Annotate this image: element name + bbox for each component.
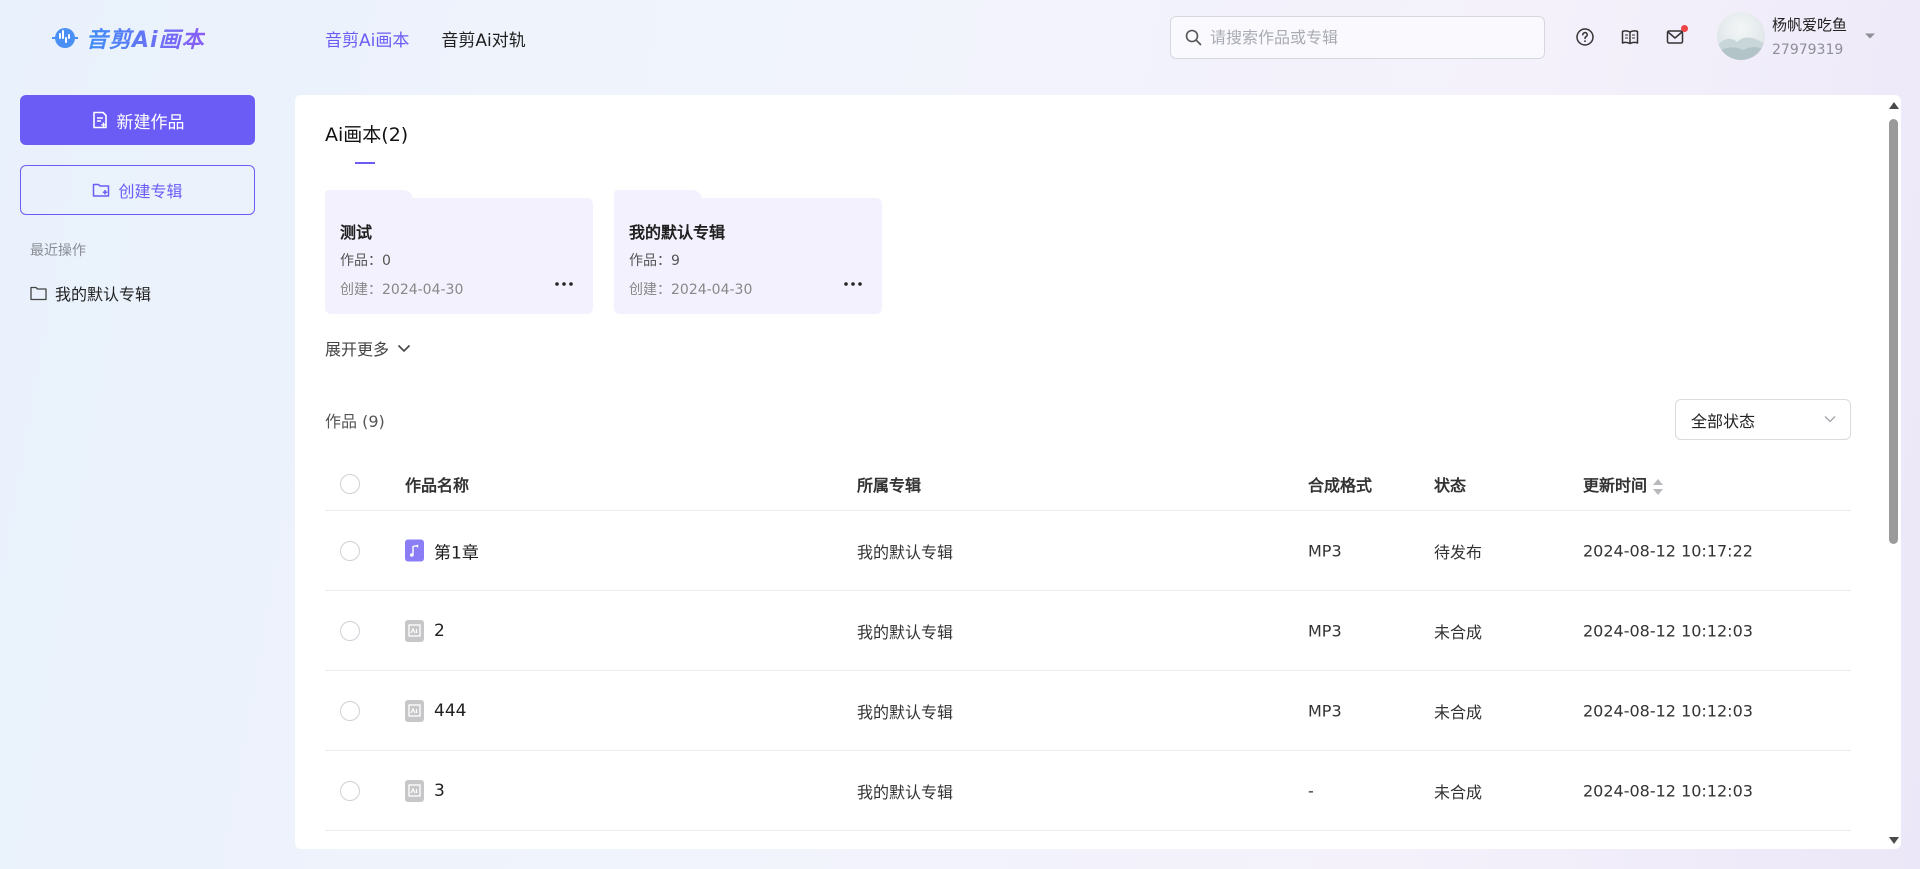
- work-updated: 2024-08-12 10:17:22: [1583, 541, 1753, 560]
- work-status: 未合成: [1434, 782, 1483, 802]
- table-row[interactable]: 3 我的默认专辑 - 未合成 2024-08-12 10:12:03: [325, 751, 1851, 831]
- avatar-landscape-icon: [1717, 37, 1765, 60]
- album-card-count: 作品：0: [340, 253, 391, 269]
- select-all-checkbox[interactable]: [340, 474, 360, 494]
- work-format: MP3: [1308, 541, 1342, 560]
- new-work-button[interactable]: 新建作品: [20, 95, 255, 145]
- logo-sound-wave-icon: [52, 28, 78, 48]
- top-nav: 音剪Ai画本 音剪Ai对轨: [325, 26, 526, 51]
- search-icon: [1185, 29, 1202, 46]
- column-format: 合成格式: [1308, 476, 1373, 495]
- user-name[interactable]: 杨帆爱吃鱼: [1772, 14, 1847, 35]
- work-name: 2: [434, 620, 445, 641]
- work-name: 444: [434, 700, 467, 721]
- ai-doc-icon: [405, 619, 424, 642]
- table-row[interactable]: 444 我的默认专辑 MP3 未合成 2024-08-12 10:12:03: [325, 671, 1851, 751]
- table-row[interactable]: 2 我的默认专辑 MP3 未合成 2024-08-12 10:12:03: [325, 591, 1851, 671]
- column-album: 所属专辑: [857, 476, 922, 495]
- status-filter-select[interactable]: 全部状态: [1675, 399, 1851, 440]
- work-name-cell[interactable]: 3: [405, 779, 445, 802]
- help-icon[interactable]: [1575, 27, 1595, 47]
- work-status: 未合成: [1434, 622, 1483, 642]
- table-header: 作品名称 所属专辑 合成格式 状态 更新时间: [325, 458, 1851, 511]
- create-album-button[interactable]: 创建专辑: [20, 165, 255, 215]
- row-checkbox[interactable]: [340, 700, 360, 721]
- album-card[interactable]: 测试 作品：0 创建：2024-04-30: [325, 190, 593, 314]
- app-logo[interactable]: 音剪Ai画本: [50, 22, 205, 54]
- work-name: 3: [434, 780, 445, 801]
- work-updated: 2024-08-12 10:12:03: [1583, 781, 1753, 800]
- column-updated-label: 更新时间: [1583, 476, 1648, 495]
- album-card-count: 作品：9: [629, 253, 680, 269]
- recent-label: 最近操作: [30, 243, 86, 259]
- folder-add-icon: [93, 183, 110, 197]
- mail-button[interactable]: [1665, 25, 1688, 47]
- expand-more-button[interactable]: 展开更多: [325, 336, 411, 360]
- ai-doc-icon: [405, 699, 424, 722]
- status-filter-value: 全部状态: [1691, 411, 1756, 431]
- work-album: 我的默认专辑: [857, 702, 954, 722]
- ai-doc-icon: [405, 779, 424, 802]
- nav-ai-duigui[interactable]: 音剪Ai对轨: [441, 26, 525, 51]
- logo-text: 音剪Ai画本: [86, 22, 205, 54]
- albums-section-title: Ai画本(2): [325, 124, 409, 146]
- row-checkbox[interactable]: [340, 780, 360, 801]
- avatar[interactable]: [1717, 12, 1765, 60]
- work-status: 未合成: [1434, 702, 1483, 722]
- row-checkbox[interactable]: [340, 540, 360, 561]
- expand-more-label: 展开更多: [325, 340, 390, 359]
- work-format: MP3: [1308, 701, 1342, 720]
- album-card[interactable]: 我的默认专辑 作品：9 创建：2024-04-30: [614, 190, 882, 314]
- book-icon[interactable]: [1620, 27, 1640, 47]
- album-card-title: 测试: [340, 223, 373, 242]
- more-options-icon[interactable]: [553, 276, 575, 292]
- new-doc-icon: [92, 111, 107, 129]
- work-format: MP3: [1308, 621, 1342, 640]
- album-card-title: 我的默认专辑: [629, 223, 726, 242]
- album-card-date: 创建：2024-04-30: [340, 282, 464, 298]
- column-updated[interactable]: 更新时间: [1583, 472, 1664, 496]
- tab-underline: [355, 162, 375, 164]
- work-name-cell[interactable]: 444: [405, 699, 467, 722]
- scrollbar[interactable]: [1887, 95, 1901, 849]
- chevron-down-icon: [1824, 416, 1836, 423]
- work-name-cell[interactable]: 第1章: [405, 538, 479, 563]
- chevron-down-icon: [397, 344, 411, 352]
- work-album: 我的默认专辑: [857, 542, 954, 562]
- scroll-down-arrow[interactable]: [1889, 837, 1899, 844]
- table-row[interactable]: 第1章 我的默认专辑 MP3 待发布 2024-08-12 10:17:22: [325, 511, 1851, 591]
- work-updated: 2024-08-12 10:12:03: [1583, 621, 1753, 640]
- work-format: -: [1308, 781, 1314, 800]
- work-updated: 2024-08-12 10:12:03: [1583, 701, 1753, 720]
- sort-icon[interactable]: [1653, 478, 1664, 495]
- work-name-cell[interactable]: 2: [405, 619, 445, 642]
- recent-item[interactable]: 我的默认专辑: [30, 281, 151, 305]
- new-work-label: 新建作品: [116, 112, 185, 133]
- works-section-title: 作品 (9): [325, 412, 385, 431]
- album-card-date: 创建：2024-04-30: [629, 282, 753, 298]
- more-options-icon[interactable]: [842, 276, 864, 292]
- folder-icon: [30, 286, 47, 300]
- work-album: 我的默认专辑: [857, 782, 954, 802]
- main-panel: Ai画本(2) 测试 作品：0 创建：2024-04-30 我的默认专辑 作品：…: [295, 95, 1901, 849]
- scrollbar-thumb[interactable]: [1889, 119, 1898, 544]
- nav-ai-huaben[interactable]: 音剪Ai画本: [325, 26, 409, 51]
- column-name: 作品名称: [405, 476, 470, 495]
- create-album-label: 创建专辑: [118, 182, 183, 201]
- scroll-up-arrow[interactable]: [1889, 102, 1899, 109]
- search-box[interactable]: [1170, 16, 1545, 59]
- chevron-down-icon[interactable]: [1864, 32, 1876, 40]
- music-file-icon: [405, 539, 424, 562]
- work-album: 我的默认专辑: [857, 622, 954, 642]
- column-status: 状态: [1434, 476, 1467, 495]
- search-input[interactable]: [1210, 28, 1530, 47]
- recent-item-label: 我的默认专辑: [55, 285, 152, 304]
- row-checkbox[interactable]: [340, 620, 360, 641]
- notification-dot: [1681, 25, 1688, 32]
- work-name: 第1章: [434, 543, 479, 563]
- user-id: 27979319: [1772, 42, 1844, 58]
- work-status: 待发布: [1434, 542, 1483, 562]
